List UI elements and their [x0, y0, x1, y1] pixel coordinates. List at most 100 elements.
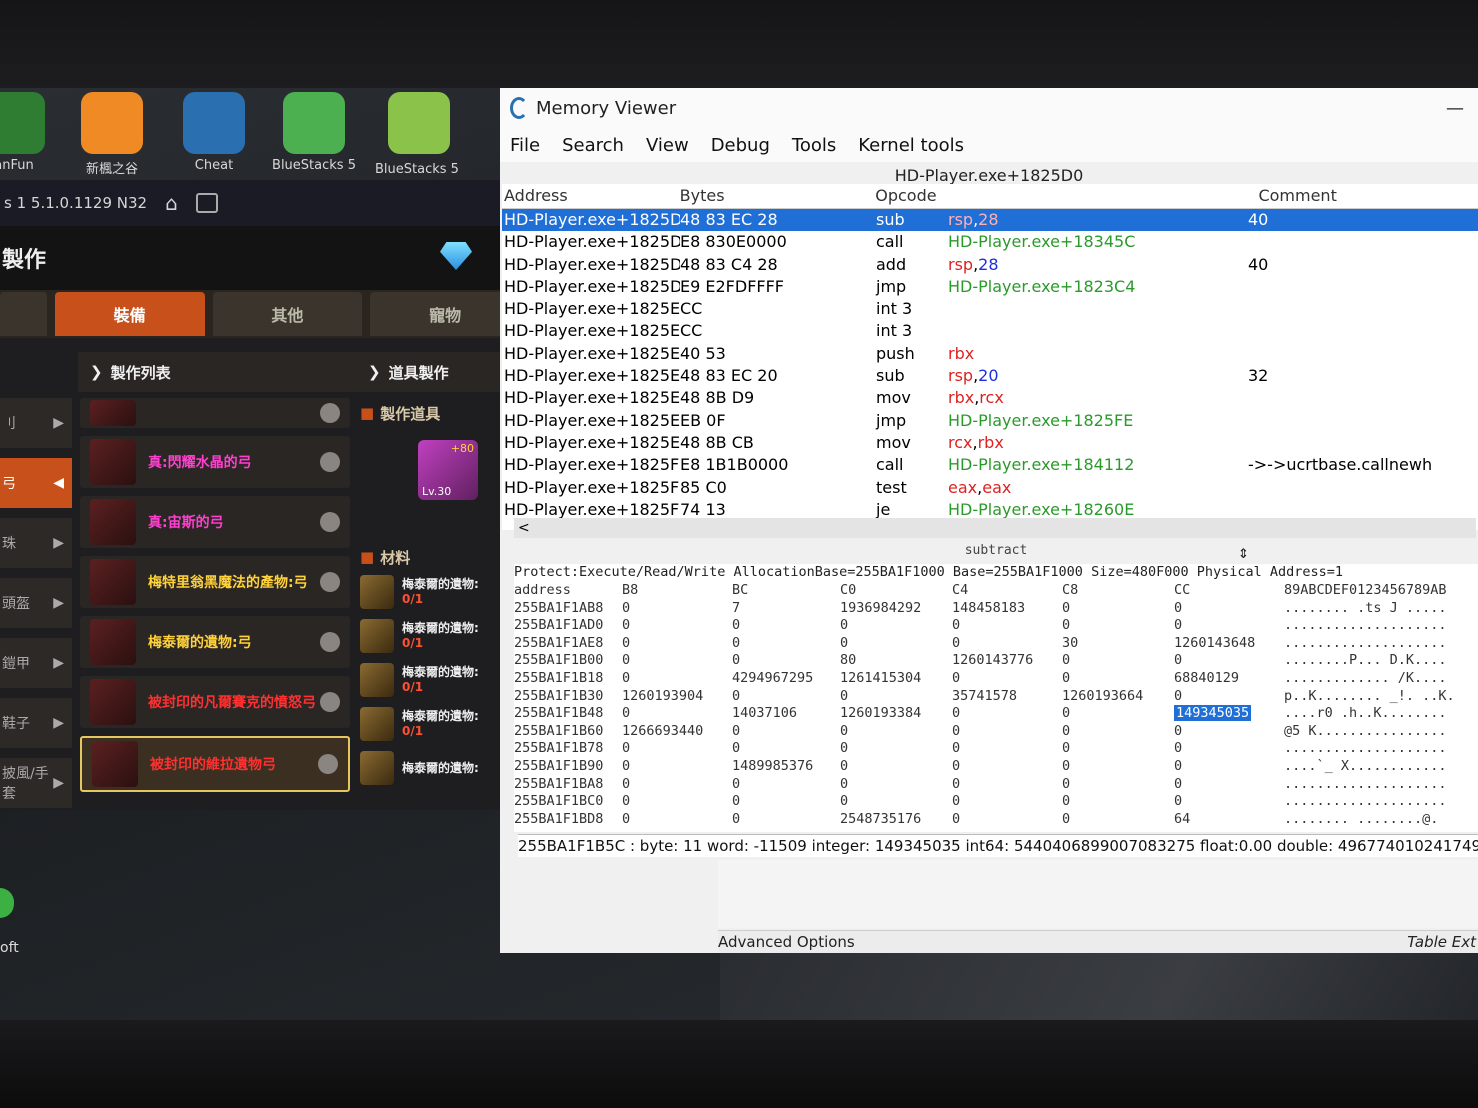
hex-value[interactable]: 0	[1062, 705, 1174, 723]
hex-value[interactable]: 0	[1062, 723, 1174, 741]
hex-value[interactable]: 0	[622, 740, 732, 758]
desktop-icon[interactable]: Cheat	[170, 92, 258, 173]
tab-1[interactable]: 裝備	[54, 292, 205, 336]
hex-value[interactable]: 0	[1062, 776, 1174, 794]
hex-value[interactable]: 4294967295	[732, 670, 840, 688]
disasm-row[interactable]: HD-Player.exe+1825D E9 E2FDFFFF jmp HD-Play…	[502, 276, 1478, 298]
material-item[interactable]: 梅泰爾的遺物: 0/1	[360, 704, 520, 744]
tab-2[interactable]: 其他	[212, 292, 363, 336]
disasm-row[interactable]: HD-Player.exe+1825D8 E8 830E0000 call HD-Pl…	[502, 231, 1478, 253]
favorite-star-icon[interactable]	[320, 632, 340, 652]
category-item[interactable]: 頭盔 ▶	[0, 578, 72, 628]
favorite-star-icon[interactable]	[320, 403, 340, 423]
hex-value[interactable]: 0	[732, 652, 840, 670]
menu-tools[interactable]: Tools	[792, 135, 836, 156]
hex-value[interactable]: 0	[840, 723, 952, 741]
hex-value[interactable]: 0	[1174, 617, 1284, 635]
hex-value[interactable]: 0	[1062, 758, 1174, 776]
hex-value[interactable]: 0	[1062, 617, 1174, 635]
hex-value[interactable]: 0	[840, 635, 952, 653]
disasm-row[interactable]: HD-Player.exe+1825E CC int 3	[502, 320, 1478, 342]
hex-value[interactable]: 0	[1174, 688, 1284, 706]
hex-value[interactable]: 0	[1174, 740, 1284, 758]
hex-value[interactable]: 0	[622, 705, 732, 723]
hex-value[interactable]: 0	[1062, 793, 1174, 811]
favorite-star-icon[interactable]	[318, 754, 338, 774]
hex-value[interactable]: 1260193904	[622, 688, 732, 706]
hex-value[interactable]: 0	[622, 793, 732, 811]
hex-row[interactable]: 255BA1F1AB8 0 7 1936984292 148458183 0 0......…	[514, 600, 1478, 618]
desktop-icon[interactable]: 新楓之谷	[68, 92, 156, 177]
hex-value[interactable]: 2548735176	[840, 811, 952, 829]
hex-value[interactable]: 64	[1174, 811, 1284, 829]
multi-window-icon[interactable]	[195, 193, 218, 213]
hex-value[interactable]: 0	[840, 740, 952, 758]
hex-value[interactable]: 1266693440	[622, 723, 732, 741]
craft-item[interactable]: 梅特里翁黑魔法的產物:弓	[80, 556, 350, 608]
craft-item[interactable]: 被封印的凡爾賽克的憤怒弓	[80, 676, 350, 728]
hex-value[interactable]: 0	[1174, 652, 1284, 670]
table-extras-button[interactable]: Table Ext	[1407, 931, 1476, 953]
resize-vertical-icon[interactable]: ⇕	[1238, 542, 1249, 564]
hex-value[interactable]: 0	[622, 758, 732, 776]
hex-row[interactable]: 255BA1F1B60 1266693440 0 0 0 0 0 @5 K..........…	[514, 723, 1478, 741]
hex-value[interactable]: 0	[952, 758, 1062, 776]
column-bytes[interactable]: Bytes	[680, 184, 876, 208]
hex-row[interactable]: 255BA1F1B00 0 0 80 1260143776 0 0 ........P... …	[514, 652, 1478, 670]
hex-row[interactable]: 255BA1F1BC0 0 0 0 0 0 0....................	[514, 793, 1478, 811]
hex-value[interactable]: 0	[952, 811, 1062, 829]
hex-value[interactable]: 80	[840, 652, 952, 670]
hex-value[interactable]: 7	[732, 600, 840, 618]
material-item[interactable]: 梅泰爾的遺物: 0/1	[360, 660, 520, 700]
hex-value[interactable]: 0	[732, 740, 840, 758]
category-item[interactable]: 鞋子 ▶	[0, 698, 72, 748]
hex-value[interactable]: 1260143648	[1174, 635, 1284, 653]
craft-item[interactable]: 梅泰爾的遺物:弓	[80, 616, 350, 668]
hex-value[interactable]: 0	[622, 617, 732, 635]
hex-value[interactable]: 0	[840, 688, 952, 706]
scroll-left-arrow[interactable]: <	[518, 520, 530, 536]
disasm-row[interactable]: HD-Player.exe+1825F E8 1B1B0000 call HD-Pla…	[502, 454, 1478, 476]
menu-search[interactable]: Search	[562, 135, 624, 156]
desktop-icon[interactable]: BlueStacks 5 多	[375, 92, 463, 177]
disasm-row[interactable]: HD-Player.exe+1825D 48 83 C4 28 add rsp,28 4…	[502, 254, 1478, 276]
hex-value[interactable]: 0	[1062, 811, 1174, 829]
hex-value[interactable]: 0	[732, 688, 840, 706]
selected-hex-value[interactable]: 149345035	[1174, 705, 1252, 722]
hex-value[interactable]: 0	[1174, 758, 1284, 776]
disasm-row[interactable]: HD-Player.exe+1825E CC int 3	[502, 298, 1478, 320]
column-address[interactable]: Address	[502, 184, 680, 208]
hex-value[interactable]: 35741578	[952, 688, 1062, 706]
home-icon[interactable]: ⌂	[165, 191, 178, 215]
desktop-icon[interactable]: anFun	[0, 92, 58, 173]
category-item[interactable]: 披風/手套 ▶	[0, 758, 72, 808]
app-icon[interactable]	[0, 888, 14, 918]
hex-value[interactable]: 0	[622, 635, 732, 653]
hex-value[interactable]: 0	[1174, 600, 1284, 618]
hex-value[interactable]: 0	[732, 617, 840, 635]
hex-value[interactable]: 0	[952, 740, 1062, 758]
category-item[interactable]: 珠 ▶	[0, 518, 72, 568]
hex-value[interactable]: 0	[840, 776, 952, 794]
craft-item-thumbnail[interactable]: Lv.30 +80	[418, 440, 478, 500]
column-comment[interactable]: Comment	[1258, 184, 1478, 208]
hex-row[interactable]: 255BA1F1B78 0 0 0 0 0 0....................	[514, 740, 1478, 758]
hex-row[interactable]: 255BA1F1AE8 0 0 0 0 30 1260143648.............…	[514, 635, 1478, 653]
favorite-star-icon[interactable]	[320, 452, 340, 472]
tab-3[interactable]: 寵物	[370, 292, 520, 336]
hex-value[interactable]: 0	[1062, 652, 1174, 670]
minimize-button[interactable]: —	[1446, 98, 1464, 119]
hex-value[interactable]: 0	[952, 723, 1062, 741]
hex-value[interactable]: 1261415304	[840, 670, 952, 688]
material-item[interactable]: 梅泰爾的遺物:	[360, 748, 520, 788]
hex-value[interactable]: 149345035	[1174, 705, 1284, 723]
hex-value[interactable]: 0	[1174, 776, 1284, 794]
hex-value[interactable]: 0	[1062, 670, 1174, 688]
hex-row[interactable]: 255BA1F1BD8 0 0 2548735176 0 0 64........ ....…	[514, 811, 1478, 829]
craft-item[interactable]: 真:宙斯的弓	[80, 496, 350, 548]
hex-row[interactable]: 255BA1F1B90 0 1489985376 0 0 0 0 ....`_ X......…	[514, 758, 1478, 776]
favorite-star-icon[interactable]	[320, 512, 340, 532]
craft-item[interactable]: 被封印的維拉遺物弓	[80, 736, 350, 792]
hex-value[interactable]: 0	[622, 600, 732, 618]
hex-value[interactable]: 0	[1174, 793, 1284, 811]
